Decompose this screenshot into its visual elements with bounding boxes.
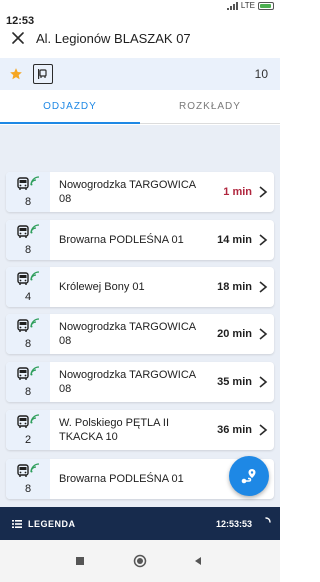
favorite-button[interactable] (5, 63, 27, 85)
line-badge: 8 (6, 220, 50, 260)
refresh-spinner-icon (265, 517, 271, 523)
line-number: 8 (24, 244, 32, 256)
line-number: 8 (24, 386, 32, 398)
close-button[interactable] (2, 22, 34, 54)
realtime-icon (30, 463, 40, 473)
legend-label: LEGENDA (28, 518, 76, 529)
tab-timetables[interactable]: ROZKŁADY (140, 90, 280, 123)
home-button[interactable] (132, 553, 148, 569)
list-item[interactable]: 8 Nowogrodzka TARGOWICA 08 35 min (6, 362, 274, 402)
destination: Królewej Bony 01 (59, 281, 145, 293)
list-item[interactable]: 2 W. Polskiego PĘTLA II TKACKA 10 36 min (6, 410, 274, 450)
list-icon (12, 519, 22, 528)
line-badge: 8 (6, 314, 50, 354)
line-badge: 8 (6, 362, 50, 402)
battery-icon (258, 1, 274, 10)
bus-icon (17, 177, 29, 190)
legend-button[interactable]: LEGENDA (12, 507, 76, 540)
line-number: 2 (24, 434, 32, 446)
bus-icon (17, 225, 29, 238)
chevron-right-icon (259, 234, 268, 246)
back-icon (195, 557, 201, 565)
bus-icon (17, 367, 29, 380)
departure-time: 18 min (217, 281, 252, 293)
status-bar: 12:53 LTE (0, 0, 280, 27)
departures-list: 8 Nowogrodzka TARGOWICA 08 1 min 8 Browa… (0, 125, 280, 507)
chevron-right-icon (259, 376, 268, 388)
line-badge: 4 (6, 267, 50, 307)
page-title: Al. Legionów BLASZAK 07 (36, 30, 191, 46)
line-badge: 2 (6, 410, 50, 450)
destination: Browarna PODLEŚNA 01 (59, 234, 184, 246)
stop-info-bar: 10 (0, 58, 280, 90)
line-number: 8 (24, 196, 32, 208)
back-button[interactable] (190, 553, 206, 569)
departure-time: 36 min (217, 424, 252, 436)
realtime-icon (30, 366, 40, 376)
chevron-right-icon (259, 281, 268, 293)
chevron-right-icon (259, 328, 268, 340)
tab-bar: ODJAZDY ROZKŁADY (0, 90, 280, 124)
bus-icon (17, 464, 29, 477)
destination: Nowogrodzka TARGOWICA 08 (59, 179, 196, 205)
realtime-icon (30, 176, 40, 186)
home-icon (133, 554, 147, 568)
signal-icon (226, 1, 238, 10)
network-label: LTE (240, 1, 255, 10)
list-item[interactable]: 4 Królewej Bony 01 18 min (6, 267, 274, 307)
destination: Nowogrodzka TARGOWICA 08 (59, 321, 196, 347)
route-icon (241, 469, 256, 484)
destination: Browarna PODLEŚNA 01 (59, 473, 184, 485)
system-nav-bar (0, 540, 280, 582)
stop-board-button[interactable] (33, 64, 53, 84)
realtime-icon (30, 414, 40, 424)
departure-time: 14 min (217, 234, 252, 246)
bus-icon (17, 272, 29, 285)
departure-time: 1 min (223, 186, 252, 198)
departure-time: 35 min (217, 376, 252, 388)
route-planner-fab[interactable] (229, 456, 269, 496)
top-app-bar: Al. Legionów BLASZAK 07 (0, 20, 280, 56)
stop-count: 10 (254, 67, 268, 81)
chevron-right-icon (259, 186, 268, 198)
recents-icon (76, 557, 84, 565)
realtime-icon (30, 271, 40, 281)
tab-departures[interactable]: ODJAZDY (0, 90, 140, 124)
list-item[interactable]: 8 Nowogrodzka TARGOWICA 08 20 min (6, 314, 274, 354)
bus-stop-icon (38, 69, 47, 79)
line-badge: 8 (6, 459, 50, 499)
line-number: 4 (24, 291, 32, 303)
bottom-bar: LEGENDA 12:53:53 (0, 507, 280, 540)
line-badge: 8 (6, 172, 50, 212)
destination: Nowogrodzka TARGOWICA 08 (59, 369, 196, 395)
departure-time: 20 min (217, 328, 252, 340)
line-number: 8 (24, 483, 32, 495)
close-icon (12, 32, 24, 44)
clock: 12:53:53 (215, 518, 252, 529)
realtime-icon (30, 318, 40, 328)
realtime-icon (30, 224, 40, 234)
recents-button[interactable] (72, 553, 88, 569)
list-item[interactable]: 8 Browarna PODLEŚNA 01 14 min (6, 220, 274, 260)
line-number: 8 (24, 338, 32, 350)
bus-icon (17, 415, 29, 428)
bus-icon (17, 319, 29, 332)
list-item[interactable]: 8 Nowogrodzka TARGOWICA 08 1 min (6, 172, 274, 212)
star-icon (10, 68, 22, 80)
chevron-right-icon (259, 424, 268, 436)
destination: W. Polskiego PĘTLA II TKACKA 10 (59, 417, 170, 443)
